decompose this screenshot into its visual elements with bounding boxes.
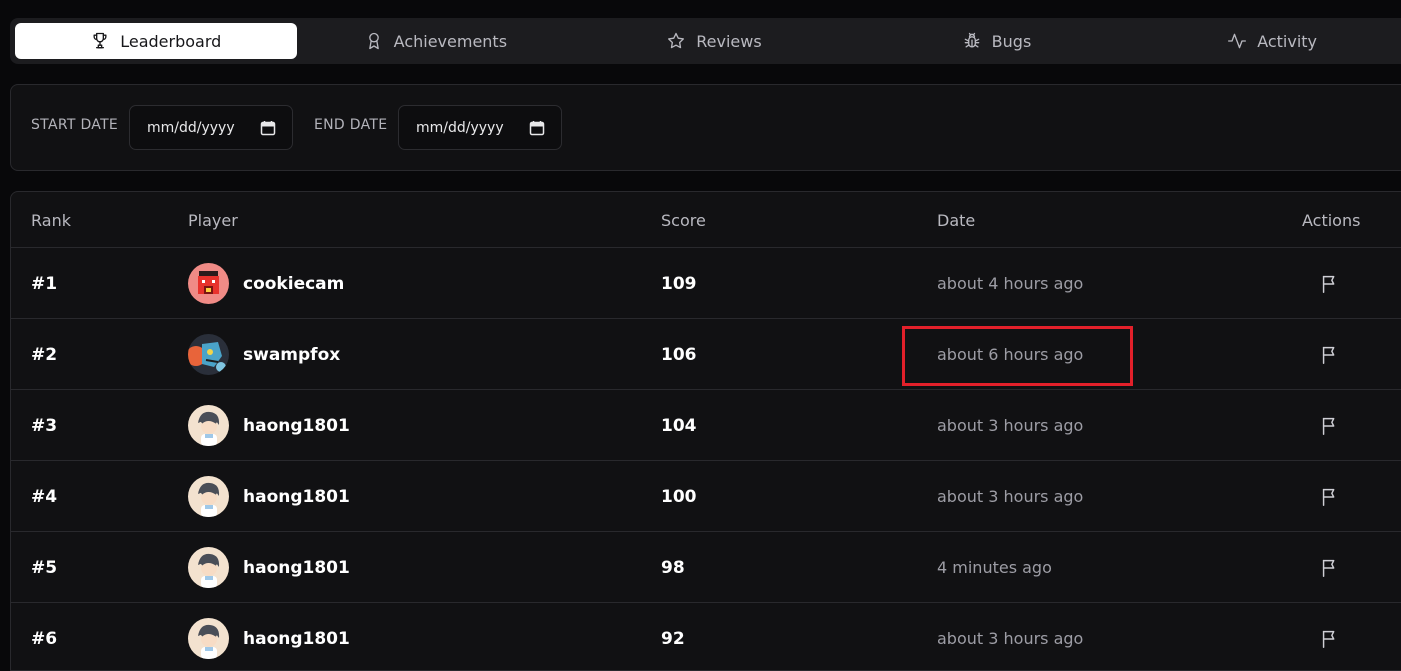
start-date-label: START DATE [31,117,119,133]
flag-icon[interactable] [1319,628,1341,650]
report-button[interactable] [1319,390,1341,461]
award-icon [368,32,379,50]
cookie-avatar [188,263,229,304]
table-row: #5 haong1801 98 4 minutes ago [11,532,1401,603]
end-date-input[interactable]: mm/dd/yyyy [398,105,562,150]
tab-label: Activity [1257,31,1318,51]
haong-avatar [188,547,229,588]
score-cell: 98 [661,557,685,578]
swamp-avatar [188,334,229,375]
haong-avatar [188,405,229,446]
star-icon [668,32,685,49]
player-cell[interactable]: haong1801 [188,603,350,670]
date-cell: about 3 hours ago [937,416,1084,435]
start-date-value: mm/dd/yyyy [147,119,235,136]
end-date-label: END DATE [314,117,388,133]
rank-cell: #6 [31,628,58,649]
score-cell: 100 [661,486,697,507]
tab-bugs[interactable]: Bugs [854,23,1139,59]
rank-cell: #4 [31,486,58,507]
report-button[interactable] [1319,603,1341,670]
table-row: #1 cookiecam 109 about 4 hours ago [11,248,1401,319]
flag-icon[interactable] [1319,273,1341,295]
trophy-icon [93,32,107,49]
tab-label: Leaderboard [120,31,222,51]
tab-bar: Leaderboard Achievements Reviews Bugs Ac… [10,18,1401,64]
player-name: haong1801 [243,628,350,649]
player-cell[interactable]: haong1801 [188,532,350,603]
rank-cell: #1 [31,273,58,294]
score-cell: 109 [661,273,697,294]
tab-activity[interactable]: Activity [1139,23,1401,59]
flag-icon[interactable] [1319,486,1341,508]
calendar-icon[interactable] [260,120,276,136]
tab-label: Bugs [991,31,1032,51]
score-cell: 106 [661,344,697,365]
leaderboard-table: Rank Player Score Date Actions #1 cookie… [10,191,1401,671]
player-cell[interactable]: haong1801 [188,461,350,532]
calendar-icon[interactable] [529,120,545,136]
start-date-input[interactable]: mm/dd/yyyy [129,105,293,150]
flag-icon[interactable] [1319,344,1341,366]
player-cell[interactable]: cookiecam [188,248,344,319]
rank-cell: #2 [31,344,58,365]
date-cell: 4 minutes ago [937,558,1052,577]
tab-achievements[interactable]: Achievements [297,23,575,59]
date-cell: about 3 hours ago [937,487,1084,506]
date-cell: about 3 hours ago [937,629,1084,648]
date-cell: about 4 hours ago [937,274,1084,293]
haong-avatar [188,476,229,517]
player-cell[interactable]: swampfox [188,319,340,390]
activity-icon [1228,33,1247,49]
bug-icon [964,32,980,48]
header-actions: Actions [1302,211,1361,230]
report-button[interactable] [1319,248,1341,319]
player-name: haong1801 [243,557,350,578]
tab-reviews[interactable]: Reviews [574,23,854,59]
table-header: Rank Player Score Date Actions [11,192,1401,248]
haong-avatar [188,618,229,659]
report-button[interactable] [1319,532,1341,603]
report-button[interactable] [1319,319,1341,390]
tab-label: Reviews [696,31,762,51]
table-row: #2 swampfox 106 about 6 hours ago [11,319,1401,390]
header-rank: Rank [31,211,71,230]
end-date-value: mm/dd/yyyy [416,119,504,136]
header-date: Date [937,211,976,230]
player-cell[interactable]: haong1801 [188,390,350,461]
tab-leaderboard[interactable]: Leaderboard [15,23,297,59]
rank-cell: #3 [31,415,58,436]
header-player: Player [188,211,238,230]
player-name: cookiecam [243,273,345,294]
tab-label: Achievements [393,31,508,51]
player-name: haong1801 [243,486,350,507]
date-filter-panel: START DATE mm/dd/yyyy END DATE mm/dd/yyy… [10,84,1401,171]
table-row: #4 haong1801 100 about 3 hours ago [11,461,1401,532]
flag-icon[interactable] [1319,557,1341,579]
rank-cell: #5 [31,557,58,578]
header-score: Score [661,211,706,230]
player-name: swampfox [243,344,341,365]
player-name: haong1801 [243,415,350,436]
flag-icon[interactable] [1319,415,1341,437]
table-row: #6 haong1801 92 about 3 hours ago [11,603,1401,670]
score-cell: 92 [661,628,685,649]
date-cell: about 6 hours ago [937,345,1084,364]
table-row: #3 haong1801 104 about 3 hours ago [11,390,1401,461]
score-cell: 104 [661,415,697,436]
report-button[interactable] [1319,461,1341,532]
